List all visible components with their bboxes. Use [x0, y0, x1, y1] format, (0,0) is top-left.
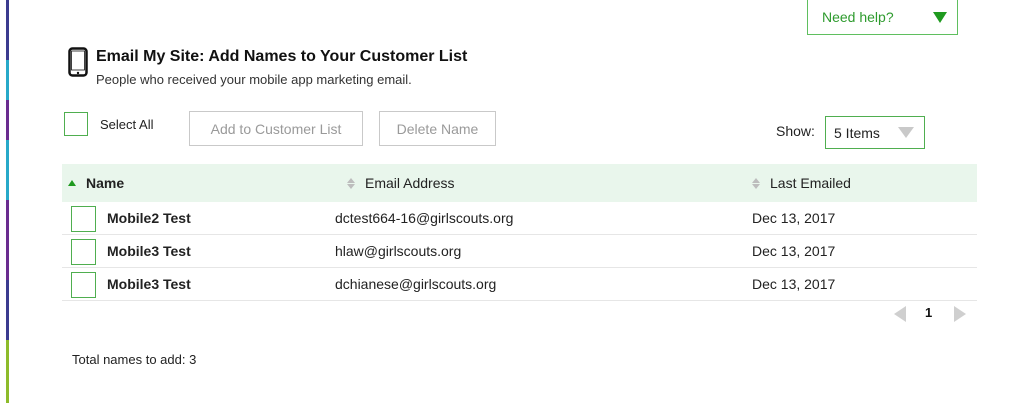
column-header-name[interactable]: Name	[68, 164, 124, 202]
select-all-label[interactable]: Select All	[100, 117, 153, 132]
table-header: Name Email Address Last Emailed	[62, 164, 977, 202]
table-row: Mobile2 Test dctest664-16@girlscouts.org…	[62, 202, 977, 235]
column-header-name-label: Name	[86, 175, 125, 191]
sort-icon	[752, 177, 760, 189]
cell-email: dctest664-16@girlscouts.org	[335, 210, 514, 226]
add-to-customer-list-button[interactable]: Add to Customer List	[189, 111, 363, 146]
table-row: Mobile3 Test dchianese@girlscouts.org De…	[62, 268, 977, 301]
column-header-last-emailed-label: Last Emailed	[770, 175, 851, 191]
items-per-page-value: 5 Items	[834, 124, 880, 141]
page-title: Email My Site: Add Names to Your Custome…	[96, 48, 468, 65]
row-checkbox[interactable]	[71, 206, 96, 232]
cell-email: hlaw@girlscouts.org	[335, 243, 462, 259]
need-help-dropdown[interactable]: Need help?	[807, 0, 958, 35]
cell-name: Mobile3 Test	[107, 243, 191, 259]
row-checkbox[interactable]	[71, 239, 96, 265]
cell-last-emailed: Dec 13, 2017	[752, 276, 836, 292]
pagination: 1	[894, 305, 974, 323]
sort-icon	[347, 177, 355, 189]
select-all-checkbox[interactable]	[64, 112, 88, 136]
column-header-email-label: Email Address	[365, 175, 455, 191]
sort-ascending-icon	[68, 180, 76, 186]
left-edge-strip	[6, 0, 9, 403]
delete-name-button[interactable]: Delete Name	[379, 111, 496, 146]
need-help-label: Need help?	[822, 9, 894, 25]
row-checkbox[interactable]	[71, 272, 96, 298]
total-names-to-add: Total names to add: 3	[72, 352, 197, 367]
page-number[interactable]: 1	[925, 305, 932, 320]
show-label: Show:	[776, 123, 815, 139]
column-header-last-emailed[interactable]: Last Emailed	[752, 164, 851, 202]
table-row: Mobile3 Test hlaw@girlscouts.org Dec 13,…	[62, 235, 977, 268]
page-subtitle: People who received your mobile app mark…	[96, 72, 412, 87]
cell-email: dchianese@girlscouts.org	[335, 276, 497, 292]
cell-name: Mobile3 Test	[107, 276, 191, 292]
cell-name: Mobile2 Test	[107, 210, 191, 226]
triangle-down-icon	[933, 11, 947, 23]
previous-page-icon[interactable]	[894, 306, 906, 322]
cell-last-emailed: Dec 13, 2017	[752, 210, 836, 226]
next-page-icon[interactable]	[954, 306, 966, 322]
mobile-phone-icon	[68, 47, 88, 77]
column-header-email[interactable]: Email Address	[347, 164, 454, 202]
items-per-page-select[interactable]: 5 Items	[825, 116, 925, 149]
chevron-down-icon	[898, 127, 914, 138]
customer-table: Name Email Address Last Emailed Mobile2 …	[62, 164, 977, 301]
cell-last-emailed: Dec 13, 2017	[752, 243, 836, 259]
